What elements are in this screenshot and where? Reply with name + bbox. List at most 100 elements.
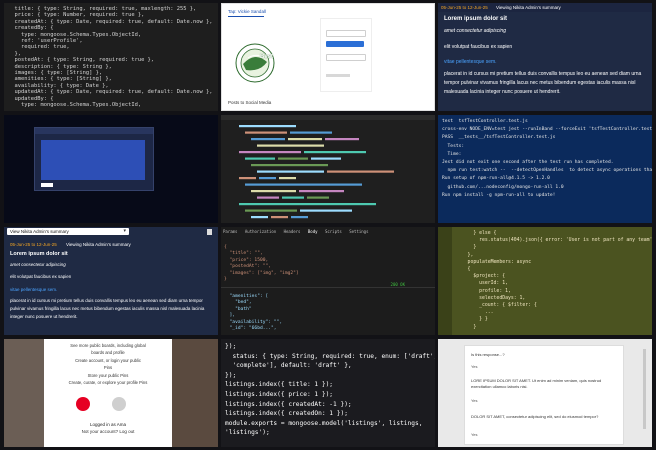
brand-text: Best	[260, 54, 274, 60]
code-line-segment	[327, 170, 394, 173]
code-line: PASS __tests__/tsfTestController.test.js	[442, 135, 556, 141]
request-body[interactable]: { "title": "", "price": 1500, "postedAt"…	[224, 245, 299, 283]
code-line: type: mongoose.Schema.Types.ObjectId,	[8, 102, 142, 109]
chevron-down-icon: ▾	[123, 228, 126, 234]
code-line-segment	[239, 151, 301, 154]
code-line: profile: 1,	[456, 288, 511, 294]
tab-scripts[interactable]: Scripts	[325, 229, 342, 234]
code-line: });	[225, 343, 237, 350]
code-line-segment	[307, 196, 329, 199]
code-line: cross-env NODE_ENV=test jest --runInBand…	[442, 127, 652, 133]
report-subtitle: amet consectetur adipiscing	[10, 262, 66, 267]
code-line-segment	[279, 177, 296, 180]
report-body: elit volutpat faucibus ex sapien	[444, 44, 513, 50]
code-line: See more public boards, including global	[70, 343, 146, 348]
tab-params[interactable]: Params	[223, 229, 237, 234]
code-line-segment	[239, 177, 256, 180]
code-line-segment	[304, 151, 366, 154]
code-line: github.com/...nodeconfig/mongo-run-all 1…	[442, 184, 564, 190]
form-card: Is this response...? Yes LORE IPSUM DOLO…	[464, 345, 624, 445]
code-line-segment	[245, 209, 297, 212]
screenshot-grid: title: { type: String, required: true, m…	[0, 0, 656, 450]
logout-link[interactable]: Not your account? Log out	[44, 429, 172, 434]
code-line: "_id": "66bd...",	[224, 326, 277, 332]
code-line: npm run test:watch -- --detectOpenHandle…	[447, 168, 652, 174]
tab-body[interactable]: Body	[308, 229, 318, 234]
code-line: Create, curate, or explore your profile …	[68, 380, 148, 386]
side-scrollbar[interactable]	[643, 349, 646, 429]
line-gutter	[438, 227, 452, 335]
answer-3[interactable]: Yes	[471, 432, 478, 437]
tile-report-dropdown: View Nikita Admin's summary ▾ 05-Jun-25 …	[4, 227, 218, 335]
avatar[interactable]	[112, 397, 126, 411]
summary-dropdown[interactable]: View Nikita Admin's summary ▾	[7, 228, 129, 235]
code-line: ...	[456, 310, 494, 316]
code-line: Store your public Pins	[87, 372, 129, 378]
report-paragraph: placerat in id cursus mi pretium tellus …	[10, 298, 205, 319]
report-body: elit volutpat faucibus ex sapien	[10, 274, 72, 279]
answer-1[interactable]: Yes	[471, 364, 478, 369]
code-lines	[239, 125, 394, 219]
code-line-segment	[288, 138, 322, 141]
code-line: boards and profile	[91, 350, 125, 356]
modal-content	[41, 140, 145, 180]
primary-button[interactable]	[326, 41, 364, 47]
form-field-2[interactable]	[326, 54, 366, 61]
code-line: Time:	[442, 151, 470, 157]
response-body: "amenities": [ "bed", "bath" ], "availab…	[224, 294, 283, 332]
code-line: _count: { $filter: {	[456, 303, 537, 309]
code-line-segment	[278, 157, 308, 160]
code-line-segment	[282, 196, 304, 199]
report-link[interactable]: vitae pellentesque sem.	[10, 287, 57, 292]
question-2: LORE IPSUM DOLOR SIT AMET. Ut enim ad mi…	[471, 378, 602, 389]
tile-survey-form: Is this response...? Yes LORE IPSUM DOLO…	[438, 339, 652, 447]
tab-settings[interactable]: Settings	[349, 229, 368, 234]
tile-olive-editor: } else { res.status(404).json({ error: '…	[438, 227, 652, 335]
code-line-segment	[245, 157, 275, 160]
tile-dark-modal	[4, 115, 218, 223]
top-link[interactable]: Tap: Vickie Sandall	[228, 9, 266, 14]
code-line-segment	[299, 190, 344, 193]
logged-in-label: Logged in as Ama	[89, 422, 127, 427]
code-line: $project: {	[456, 274, 506, 280]
tile-social-login: See more public boards, including global…	[4, 339, 218, 447]
code-line: test tsfTestController.test.js	[442, 119, 528, 124]
code-line: "images": ["img", "img2"]	[224, 270, 299, 276]
tab-authorization[interactable]: Authorization	[245, 229, 276, 234]
code-line: Run setup of npm-run-all@4.1.5 -> 1.2.0	[442, 176, 550, 182]
code-line: Jest did not exit one second after the t…	[442, 160, 614, 166]
pin-button[interactable]	[76, 397, 90, 411]
question-1: Is this response...?	[471, 352, 505, 357]
tab-headers[interactable]: Headers	[284, 229, 301, 234]
report-link[interactable]: vitae pellentesque sem.	[444, 59, 497, 65]
modal-window	[34, 127, 154, 191]
form-field-1[interactable]	[326, 30, 366, 37]
code-line-segment	[245, 183, 362, 186]
report-paragraph: placerat in id cursus mi pretium tellus …	[444, 71, 642, 95]
modal-close-button[interactable]	[41, 183, 53, 187]
code-line: },	[456, 252, 474, 258]
code-line-segment	[239, 203, 376, 206]
header-title: Viewing Nikita Admin's summary	[66, 242, 131, 247]
copy-icon[interactable]	[207, 229, 212, 235]
code-line: 'complete'], default: 'draft' },	[225, 362, 352, 370]
code-line-segment	[291, 216, 308, 219]
tile-code-schema: title: { type: String, required: true, m…	[4, 3, 218, 111]
posts-footer: Posts to Social Media	[228, 100, 272, 105]
code-line: res.status(404).json({ error: 'User is n…	[456, 238, 652, 244]
modal-titlebar	[35, 128, 153, 134]
code-line: }	[456, 245, 477, 251]
dropdown-value: View Nikita Admin's summary	[10, 229, 69, 234]
code-line: Create account, or login your public	[75, 357, 141, 363]
report-title: Lorem ipsum dolor sit	[444, 16, 508, 22]
tile-report-summary: 05-Jun-25 to 12-Jun-25 Viewing Nikita Ad…	[438, 3, 652, 111]
code-line: userId: 1,	[456, 281, 508, 287]
code-line: listings.index({ createdAt: -1 });	[225, 400, 352, 408]
code-line: }	[224, 277, 227, 283]
top-underline	[228, 16, 264, 17]
code-line-segment	[251, 216, 268, 219]
code-line: listings.index({ price: 1 });	[225, 390, 334, 398]
answer-2[interactable]: Yes	[471, 398, 478, 403]
code-line: Tests:	[442, 143, 470, 149]
code-line-segment	[251, 138, 285, 141]
